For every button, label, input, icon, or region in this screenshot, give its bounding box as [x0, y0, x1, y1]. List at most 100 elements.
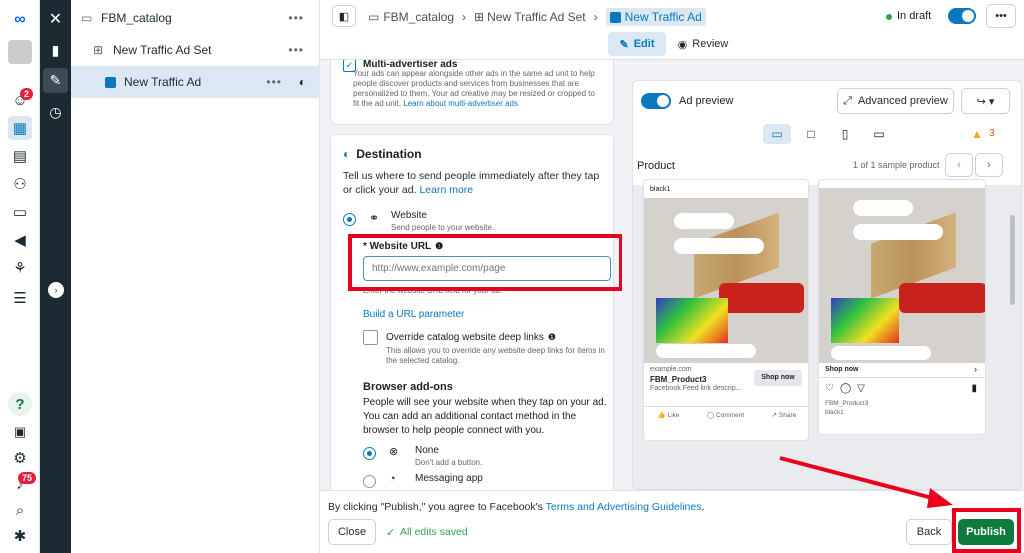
ad-icon [105, 76, 116, 88]
instagram-actions-icons[interactable]: ♡◯▽ [825, 383, 871, 394]
override-deep-links-checkbox[interactable] [363, 330, 378, 345]
publish-notice-text: By clicking "Publish," you agree to Face… [328, 501, 543, 513]
no-entry-icon: ⊗ [389, 446, 399, 458]
chevron-left-icon: ‹ [957, 159, 961, 171]
meta-logo-icon[interactable]: ∞ [8, 8, 32, 32]
status-toggle[interactable] [948, 8, 976, 24]
learn-more-link[interactable]: Learn more [419, 184, 473, 196]
chart-icon[interactable]: ▮ [43, 38, 68, 63]
terms-link[interactable]: Terms and Advertising Guidelines [546, 501, 702, 513]
ad2-shop-now[interactable]: Shop now [825, 366, 858, 373]
chevron-right-icon: › [462, 10, 467, 24]
megaphone-icon[interactable]: ◀ [8, 228, 32, 252]
audiences-icon[interactable]: ⚇ [8, 172, 32, 196]
warning-icon[interactable]: ▲ [971, 127, 983, 141]
ad-preview-label: Ad preview [679, 95, 734, 107]
addon-none-radio[interactable] [363, 447, 376, 460]
placement-square-icon[interactable]: □ [801, 124, 821, 144]
menu-icon[interactable]: ☰ [8, 286, 32, 310]
status-text: In draft [897, 10, 932, 22]
comment-action[interactable]: ◯ Comment [707, 411, 744, 419]
tree-item-label: New Traffic Ad [124, 75, 202, 89]
previous-product-button[interactable]: ‹ [945, 153, 973, 177]
tab-edit[interactable]: ✎ Edit [608, 32, 666, 56]
addon-messaging-radio[interactable] [363, 475, 376, 488]
share-action[interactable]: ↗ Share [772, 411, 797, 419]
edit-pencil-icon[interactable]: ✎ [43, 68, 68, 93]
breadcrumb-ad[interactable]: New Traffic Ad [605, 8, 706, 26]
bug-report-icon[interactable]: ✱ [8, 524, 32, 548]
addon-messaging-label: Messaging app [415, 473, 483, 484]
addon-none-label: None [415, 445, 439, 456]
brush-handle [899, 283, 985, 313]
like-action[interactable]: 👍 Like [658, 411, 680, 419]
share-preview-button[interactable]: ↪ ▾ [961, 88, 1010, 114]
website-radio[interactable] [343, 213, 356, 226]
bell-badge: 75 [18, 472, 37, 484]
placement-landscape-icon[interactable]: ▭ [869, 124, 889, 144]
back-button[interactable]: Back [906, 519, 952, 545]
toggle-panel-button[interactable]: ◧ [332, 5, 356, 27]
adset-grid-icon: ⊞ [474, 10, 485, 24]
product-label: Product [637, 160, 675, 172]
folder-icon: ▭ [81, 11, 93, 25]
chevron-right-icon: › [987, 159, 991, 171]
events-manager-icon[interactable]: ⚘ [8, 256, 32, 280]
product-image [819, 188, 985, 363]
publish-notice: By clicking "Publish," you agree to Face… [328, 501, 705, 513]
ad1-product: FBM_Product3 [650, 375, 707, 384]
breadcrumb-adset[interactable]: New Traffic Ad Set [487, 10, 586, 24]
advanced-preview-button[interactable]: ⤢ Advanced preview [837, 88, 954, 114]
search-icon[interactable]: ⌕ [8, 498, 32, 522]
breadcrumb-catalog[interactable]: FBM_catalog [383, 10, 454, 24]
tab-review[interactable]: ◉ Review [672, 32, 734, 56]
history-clock-icon[interactable]: ◷ [43, 100, 68, 125]
preview-scrollbar[interactable] [1010, 215, 1015, 305]
placement-mobile-icon[interactable]: ▯ [835, 124, 855, 144]
top-bar: ◧ ▭ FBM_catalog › ⊞ New Traffic Ad Set ›… [320, 0, 1024, 60]
close-icon[interactable]: ✕ [43, 6, 68, 31]
tree-item-adset[interactable]: ⊞ New Traffic Ad Set ••• [71, 34, 320, 66]
more-options-icon[interactable]: ••• [288, 11, 304, 25]
build-url-parameter-link[interactable]: Build a URL parameter [363, 309, 464, 320]
tree-item-ad[interactable]: New Traffic Ad ••• ◐ [71, 66, 320, 98]
ad1-shop-now-button[interactable]: Shop now [754, 370, 802, 386]
expand-chevron-icon[interactable]: › [48, 282, 64, 298]
ad-preview-card: Ad preview ⤢ Advanced preview ↪ ▾ ▭ □ ▯ ▭… [632, 80, 1022, 490]
settings-gear-icon[interactable]: ⚙ [8, 446, 32, 470]
redacted-text [853, 200, 913, 216]
override-label: Override catalog website deep links ❶ [386, 332, 556, 343]
more-options-icon[interactable]: ••• [288, 43, 304, 57]
multi-learn-link[interactable]: Learn about multi-advertiser ads [403, 99, 518, 108]
pages-icon[interactable]: ▤ [8, 144, 32, 168]
redacted-text [674, 213, 734, 229]
status-dot-icon [886, 14, 892, 20]
ad-preview-toggle[interactable] [641, 93, 671, 109]
redacted-text [831, 346, 931, 360]
editor-panel: ✓ Multi-advertiser ads Your ads can appe… [320, 60, 622, 490]
brush-handle [719, 283, 804, 313]
tree-item-catalog[interactable]: ▭ FBM_catalog ••• [71, 2, 320, 34]
ads-manager-table-icon[interactable]: ▦ [8, 116, 32, 140]
colorful-thumbnail [656, 298, 728, 343]
colorful-thumbnail [831, 298, 899, 343]
news-icon[interactable]: ▣ [8, 420, 32, 444]
website-label: Website [391, 210, 427, 221]
notifications-badge: 2 [20, 88, 34, 100]
help-icon[interactable]: ? [8, 392, 32, 416]
sidebar-icon: ◧ [338, 10, 350, 23]
more-options-icon[interactable]: ••• [266, 75, 282, 89]
multi-advertiser-checkbox[interactable]: ✓ [343, 60, 356, 72]
billing-icon[interactable]: ▭ [8, 200, 32, 224]
account-avatar[interactable] [8, 40, 32, 64]
share-icon: ↪ ▾ [976, 95, 995, 108]
more-actions-button[interactable]: ••• [986, 4, 1016, 28]
next-product-button[interactable]: › [975, 153, 1003, 177]
ad2-product-name: FBM_Product3 [825, 400, 869, 407]
ad2-brand: black1 [825, 409, 844, 416]
close-button[interactable]: Close [328, 519, 376, 545]
folder-icon: ▭ [368, 10, 380, 24]
bookmark-icon[interactable]: ▮ [971, 383, 977, 394]
destination-title: Destination [356, 147, 422, 161]
placement-desktop-icon[interactable]: ▭ [763, 124, 791, 144]
